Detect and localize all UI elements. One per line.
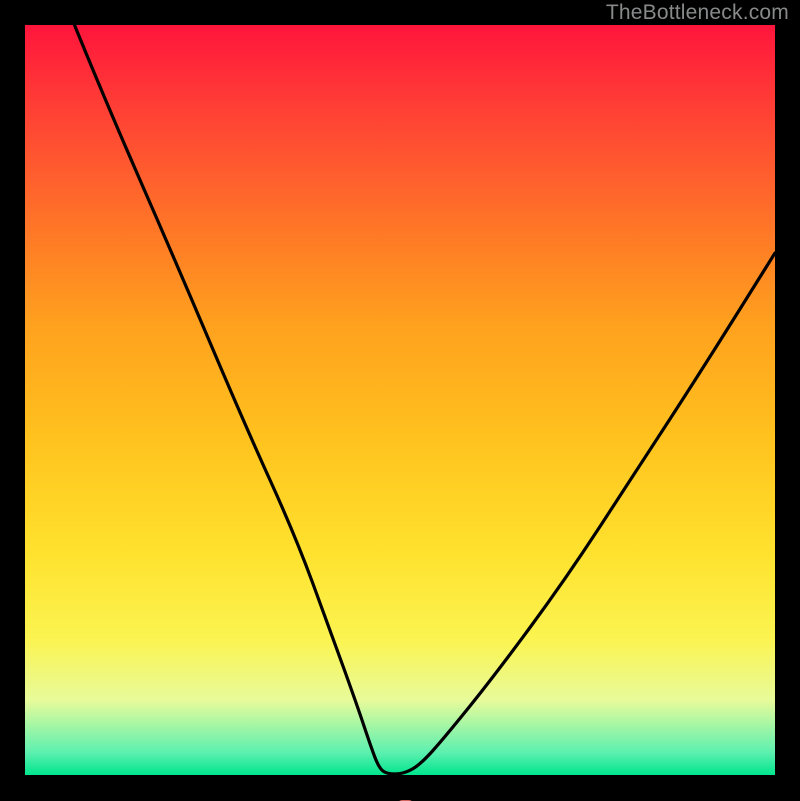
watermark-text: TheBottleneck.com (606, 1, 789, 25)
chart-frame (0, 0, 800, 800)
